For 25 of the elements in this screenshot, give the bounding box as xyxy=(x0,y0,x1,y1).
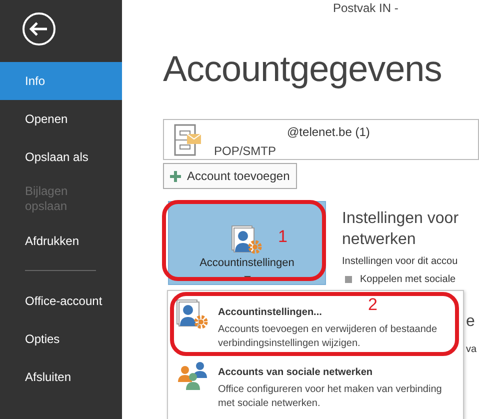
sidebar-item[interactable]: Opslaan als xyxy=(0,138,122,176)
section-heading: Instellingen voor xyxy=(342,210,459,227)
window-title: Postvak IN - xyxy=(333,0,400,16)
menu-item-description: Office configureren voor het maken van verbinding met sociale netwerken. xyxy=(218,383,443,411)
sidebar-item[interactable]: Afdrukken xyxy=(0,222,122,260)
account-address: @telenet.be (1) xyxy=(287,124,370,141)
menu-item-title[interactable]: Accountinstellingen... xyxy=(218,305,322,320)
section-heading: netwerken xyxy=(342,231,416,248)
bullet-text: Koppelen met sociale xyxy=(360,273,456,287)
sidebar-item[interactable]: Office-account xyxy=(0,282,122,320)
section-heading: e xyxy=(466,312,475,332)
sidebar-item[interactable]: Info xyxy=(0,62,122,100)
annotation-number: 2 xyxy=(368,294,378,316)
account-type: POP/SMTP xyxy=(214,143,276,160)
add-account-button[interactable]: Account toevoegen xyxy=(163,163,297,189)
menu-item-description: Accounts toevoegen en verwijderen of bestaande verbindingsinstellingen wijzigen. xyxy=(218,323,438,351)
account-card[interactable]: @telenet.be (1) POP/SMTP xyxy=(163,119,479,160)
sidebar-item[interactable]: Opties xyxy=(0,320,122,358)
sidebar-item[interactable]: Openen xyxy=(0,100,122,138)
page-title: Accountgegevens xyxy=(163,47,443,91)
annotation-number: 1 xyxy=(278,226,288,248)
section-text: va xyxy=(466,343,477,357)
section-text: Instellingen voor dit accou xyxy=(342,255,459,269)
menu-item-title[interactable]: Accounts van sociale netwerken xyxy=(218,365,373,380)
sidebar-item[interactable]: Afsluiten xyxy=(0,358,122,396)
